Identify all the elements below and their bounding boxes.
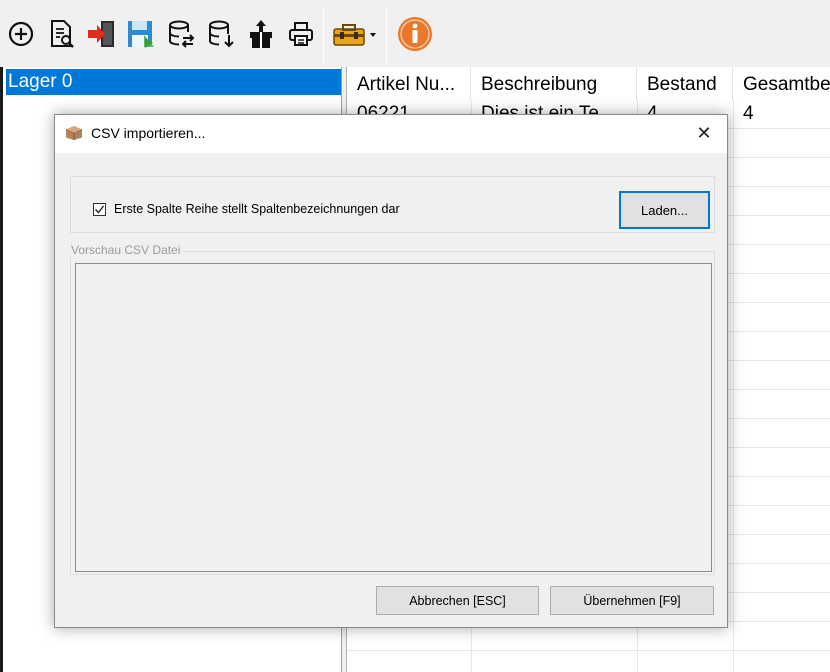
close-icon[interactable]: ✕ bbox=[695, 123, 713, 143]
toolbar-separator bbox=[323, 6, 324, 64]
database-download-icon[interactable] bbox=[204, 14, 238, 54]
header-row-checkbox-label[interactable]: Erste Spalte Reihe stellt Spaltenbezeich… bbox=[114, 202, 400, 216]
dialog-title-bar[interactable]: CSV importieren... ✕ bbox=[55, 115, 727, 153]
column-header-description[interactable]: Beschreibung bbox=[471, 67, 637, 101]
box-icon bbox=[65, 125, 83, 141]
table-cell-total[interactable]: 4 bbox=[733, 103, 830, 125]
add-circle-icon[interactable] bbox=[4, 14, 38, 54]
preview-legend: Vorschau CSV Datei bbox=[69, 243, 183, 257]
database-sync-icon[interactable] bbox=[164, 14, 198, 54]
options-panel: Erste Spalte Reihe stellt Spaltenbezeich… bbox=[70, 176, 715, 233]
csv-import-dialog: CSV importieren... ✕ Erste Spalte Reihe … bbox=[54, 114, 728, 628]
grid-header: Artikel Nu... Beschreibung Bestand Gesam… bbox=[347, 67, 830, 101]
column-header-article-number[interactable]: Artikel Nu... bbox=[347, 67, 471, 101]
toolbox-dropdown-icon[interactable] bbox=[330, 14, 380, 54]
csv-preview-area[interactable] bbox=[75, 263, 712, 572]
toolbar bbox=[0, 0, 830, 67]
cancel-button[interactable]: Abbrechen [ESC] bbox=[376, 586, 539, 615]
toolbar-separator bbox=[386, 6, 387, 64]
info-icon[interactable] bbox=[396, 14, 434, 54]
apply-button[interactable]: Übernehmen [F9] bbox=[550, 586, 714, 615]
dialog-title: CSV importieren... bbox=[91, 125, 206, 141]
package-up-icon[interactable] bbox=[244, 14, 278, 54]
load-button[interactable]: Laden... bbox=[619, 191, 710, 229]
document-search-icon[interactable] bbox=[44, 14, 78, 54]
printer-icon[interactable] bbox=[284, 14, 318, 54]
save-floppy-icon[interactable] bbox=[124, 14, 158, 54]
exit-door-icon[interactable] bbox=[84, 14, 118, 54]
column-header-stock[interactable]: Bestand bbox=[637, 67, 733, 101]
tree-item-lager-0[interactable]: Lager 0 bbox=[6, 69, 341, 95]
grid-divider bbox=[347, 650, 830, 651]
header-row-checkbox[interactable] bbox=[93, 203, 106, 216]
column-header-total[interactable]: Gesamtbe bbox=[733, 67, 830, 101]
